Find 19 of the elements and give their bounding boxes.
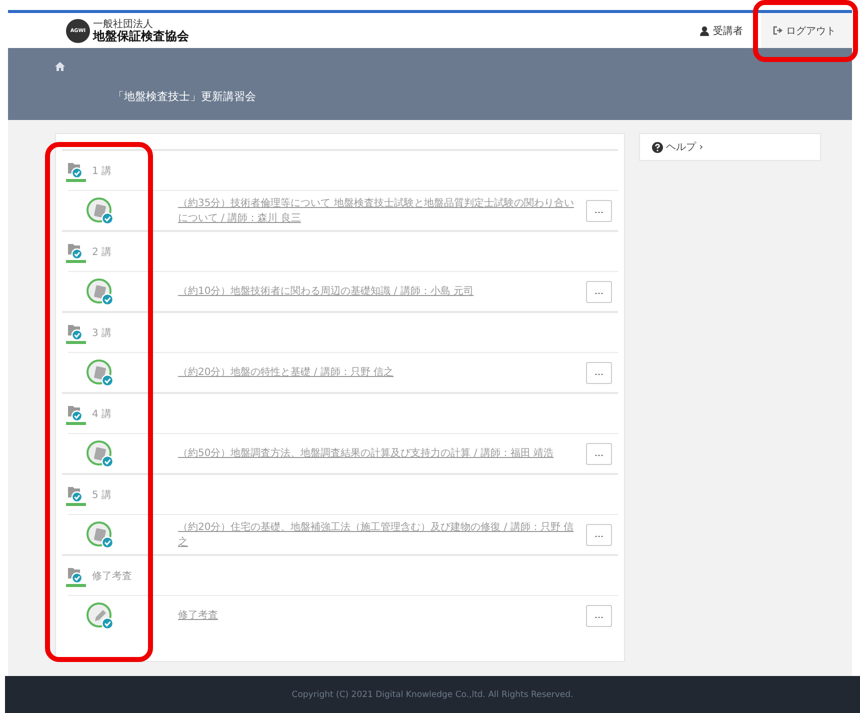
organization-type: 一般社団法人 xyxy=(93,20,153,30)
copyright-text: Copyright (C) 2021 Digital Knowledge Co.,ltd. All Rights Reserved. xyxy=(5,676,860,713)
help-link[interactable]: ヘルプ › xyxy=(639,133,821,161)
more-button[interactable]: … xyxy=(586,524,612,546)
chapter-title: 1 講 xyxy=(92,164,112,178)
user-link[interactable]: 受講者 xyxy=(694,24,749,38)
more-button[interactable]: … xyxy=(586,280,612,302)
chapter-title: 修了考査 xyxy=(92,570,132,582)
chapter-title: 5 講 xyxy=(92,488,112,502)
more-button[interactable]: … xyxy=(586,604,612,626)
logout-button[interactable]: ログアウト xyxy=(761,13,852,48)
chapter-title: 3 講 xyxy=(92,326,112,340)
chapter-title: 4 講 xyxy=(92,408,112,420)
page-title: 「地盤検査技士」更新講習会 xyxy=(113,89,257,104)
more-button[interactable]: … xyxy=(586,362,612,384)
chapter-title: 2 講 xyxy=(92,246,112,258)
more-button[interactable]: … xyxy=(586,442,612,464)
organization-name: 地盤保証検査協会 xyxy=(93,30,189,42)
more-button[interactable]: … xyxy=(586,200,612,222)
